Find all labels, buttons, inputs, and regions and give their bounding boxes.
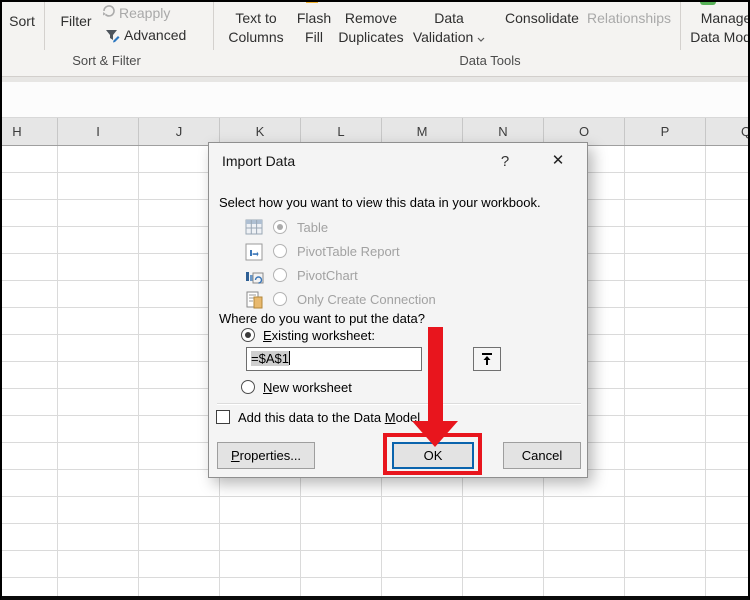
text-to-columns-line1: Text to xyxy=(226,9,286,28)
option-table: Table xyxy=(209,217,587,241)
dialog-title: Import Data xyxy=(222,153,295,169)
pivottable-radio xyxy=(273,244,287,258)
data-model-icon xyxy=(700,0,716,5)
column-header[interactable]: P xyxy=(625,118,706,145)
range-value: =$A$1 xyxy=(251,351,289,366)
column-header[interactable]: L xyxy=(301,118,382,145)
data-model-checkbox[interactable] xyxy=(216,410,230,424)
flash-fill-line2: Fill xyxy=(290,28,338,47)
connection-label: Only Create Connection xyxy=(297,292,436,307)
remove-duplicates-button[interactable]: Remove Duplicates xyxy=(336,9,406,47)
manage-data-model-line2: Data Model xyxy=(686,28,750,47)
red-arrow-head xyxy=(412,421,458,447)
formula-bar-area[interactable] xyxy=(0,82,750,118)
table-radio xyxy=(273,220,287,234)
range-input[interactable]: =$A$1 xyxy=(246,347,422,371)
connection-radio xyxy=(273,292,287,306)
flash-fill-icon xyxy=(306,0,318,3)
column-header[interactable]: Q xyxy=(706,118,750,145)
column-header[interactable]: O xyxy=(544,118,625,145)
column-header[interactable]: K xyxy=(220,118,301,145)
ribbon: Sort Filter Reapply Advanced Text to Col… xyxy=(0,0,750,76)
chevron-down-icon xyxy=(477,37,485,42)
properties-button[interactable]: Properties... xyxy=(217,442,315,469)
import-data-dialog: Import Data ? ✕ Select how you want to v… xyxy=(208,142,588,478)
remove-duplicates-line1: Remove xyxy=(336,9,406,28)
advanced-filter-icon xyxy=(104,27,121,49)
help-button[interactable]: ? xyxy=(493,151,517,173)
relationships-button: Relationships xyxy=(585,9,673,28)
column-header[interactable]: H xyxy=(0,118,58,145)
data-model-label: Add this data to the Data Model xyxy=(238,410,420,425)
option-pivottable-report: PivotTable Report xyxy=(209,241,587,265)
option-only-create-connection: Only Create Connection xyxy=(209,289,587,313)
manage-data-model-button[interactable]: Manage Data Model xyxy=(686,9,750,47)
flash-fill-button[interactable]: Flash Fill xyxy=(290,9,338,47)
new-worksheet-radio[interactable] xyxy=(241,380,255,394)
data-validation-button[interactable]: Data Validation xyxy=(404,9,494,47)
column-header[interactable]: M xyxy=(382,118,463,145)
column-header[interactable]: J xyxy=(139,118,220,145)
manage-data-model-line1: Manage xyxy=(686,9,750,28)
pivotchart-icon xyxy=(245,267,264,286)
flash-fill-line1: Flash xyxy=(290,9,338,28)
sort-button[interactable]: Sort xyxy=(0,12,44,31)
option-pivotchart: PivotChart xyxy=(209,265,587,289)
collapse-dialog-button[interactable] xyxy=(473,347,501,371)
group-divider xyxy=(213,2,214,50)
existing-worksheet-label: Existing worksheet: xyxy=(263,328,375,343)
where-prompt: Where do you want to put the data? xyxy=(219,311,425,326)
divider xyxy=(44,2,45,50)
data-validation-line2: Validation xyxy=(413,29,473,45)
advanced-button[interactable]: Advanced xyxy=(124,26,196,45)
close-icon[interactable]: ✕ xyxy=(543,149,573,173)
data-validation-line1: Data xyxy=(404,9,494,28)
group-label-data-tools: Data Tools xyxy=(213,53,750,68)
table-label: Table xyxy=(297,220,328,235)
existing-worksheet-radio[interactable] xyxy=(241,328,255,342)
column-header[interactable]: N xyxy=(463,118,544,145)
text-to-columns-button[interactable]: Text to Columns xyxy=(226,9,286,47)
view-prompt: Select how you want to view this data in… xyxy=(219,195,541,210)
reapply-button: Reapply xyxy=(119,4,189,23)
text-to-columns-line2: Columns xyxy=(226,28,286,47)
pivotchart-radio xyxy=(273,268,287,282)
pivottable-icon xyxy=(245,243,264,262)
reapply-icon xyxy=(101,3,116,23)
text-cursor xyxy=(289,351,290,365)
separator xyxy=(217,403,581,405)
divider xyxy=(680,2,681,50)
cancel-button[interactable]: Cancel xyxy=(503,442,581,469)
column-header[interactable]: I xyxy=(58,118,139,145)
table-icon xyxy=(245,219,264,238)
red-arrow xyxy=(428,327,443,421)
collapse-arrow-icon xyxy=(480,352,494,366)
remove-duplicates-line2: Duplicates xyxy=(336,28,406,47)
pivotchart-label: PivotChart xyxy=(297,268,358,283)
filter-button[interactable]: Filter xyxy=(50,12,102,31)
group-label-sort-filter: Sort & Filter xyxy=(0,53,213,68)
excel-window: Sort Filter Reapply Advanced Text to Col… xyxy=(0,0,750,600)
pivottable-label: PivotTable Report xyxy=(297,244,400,259)
consolidate-button[interactable]: Consolidate xyxy=(496,9,588,28)
connection-icon xyxy=(245,291,264,310)
new-worksheet-label: New worksheet xyxy=(263,380,352,395)
